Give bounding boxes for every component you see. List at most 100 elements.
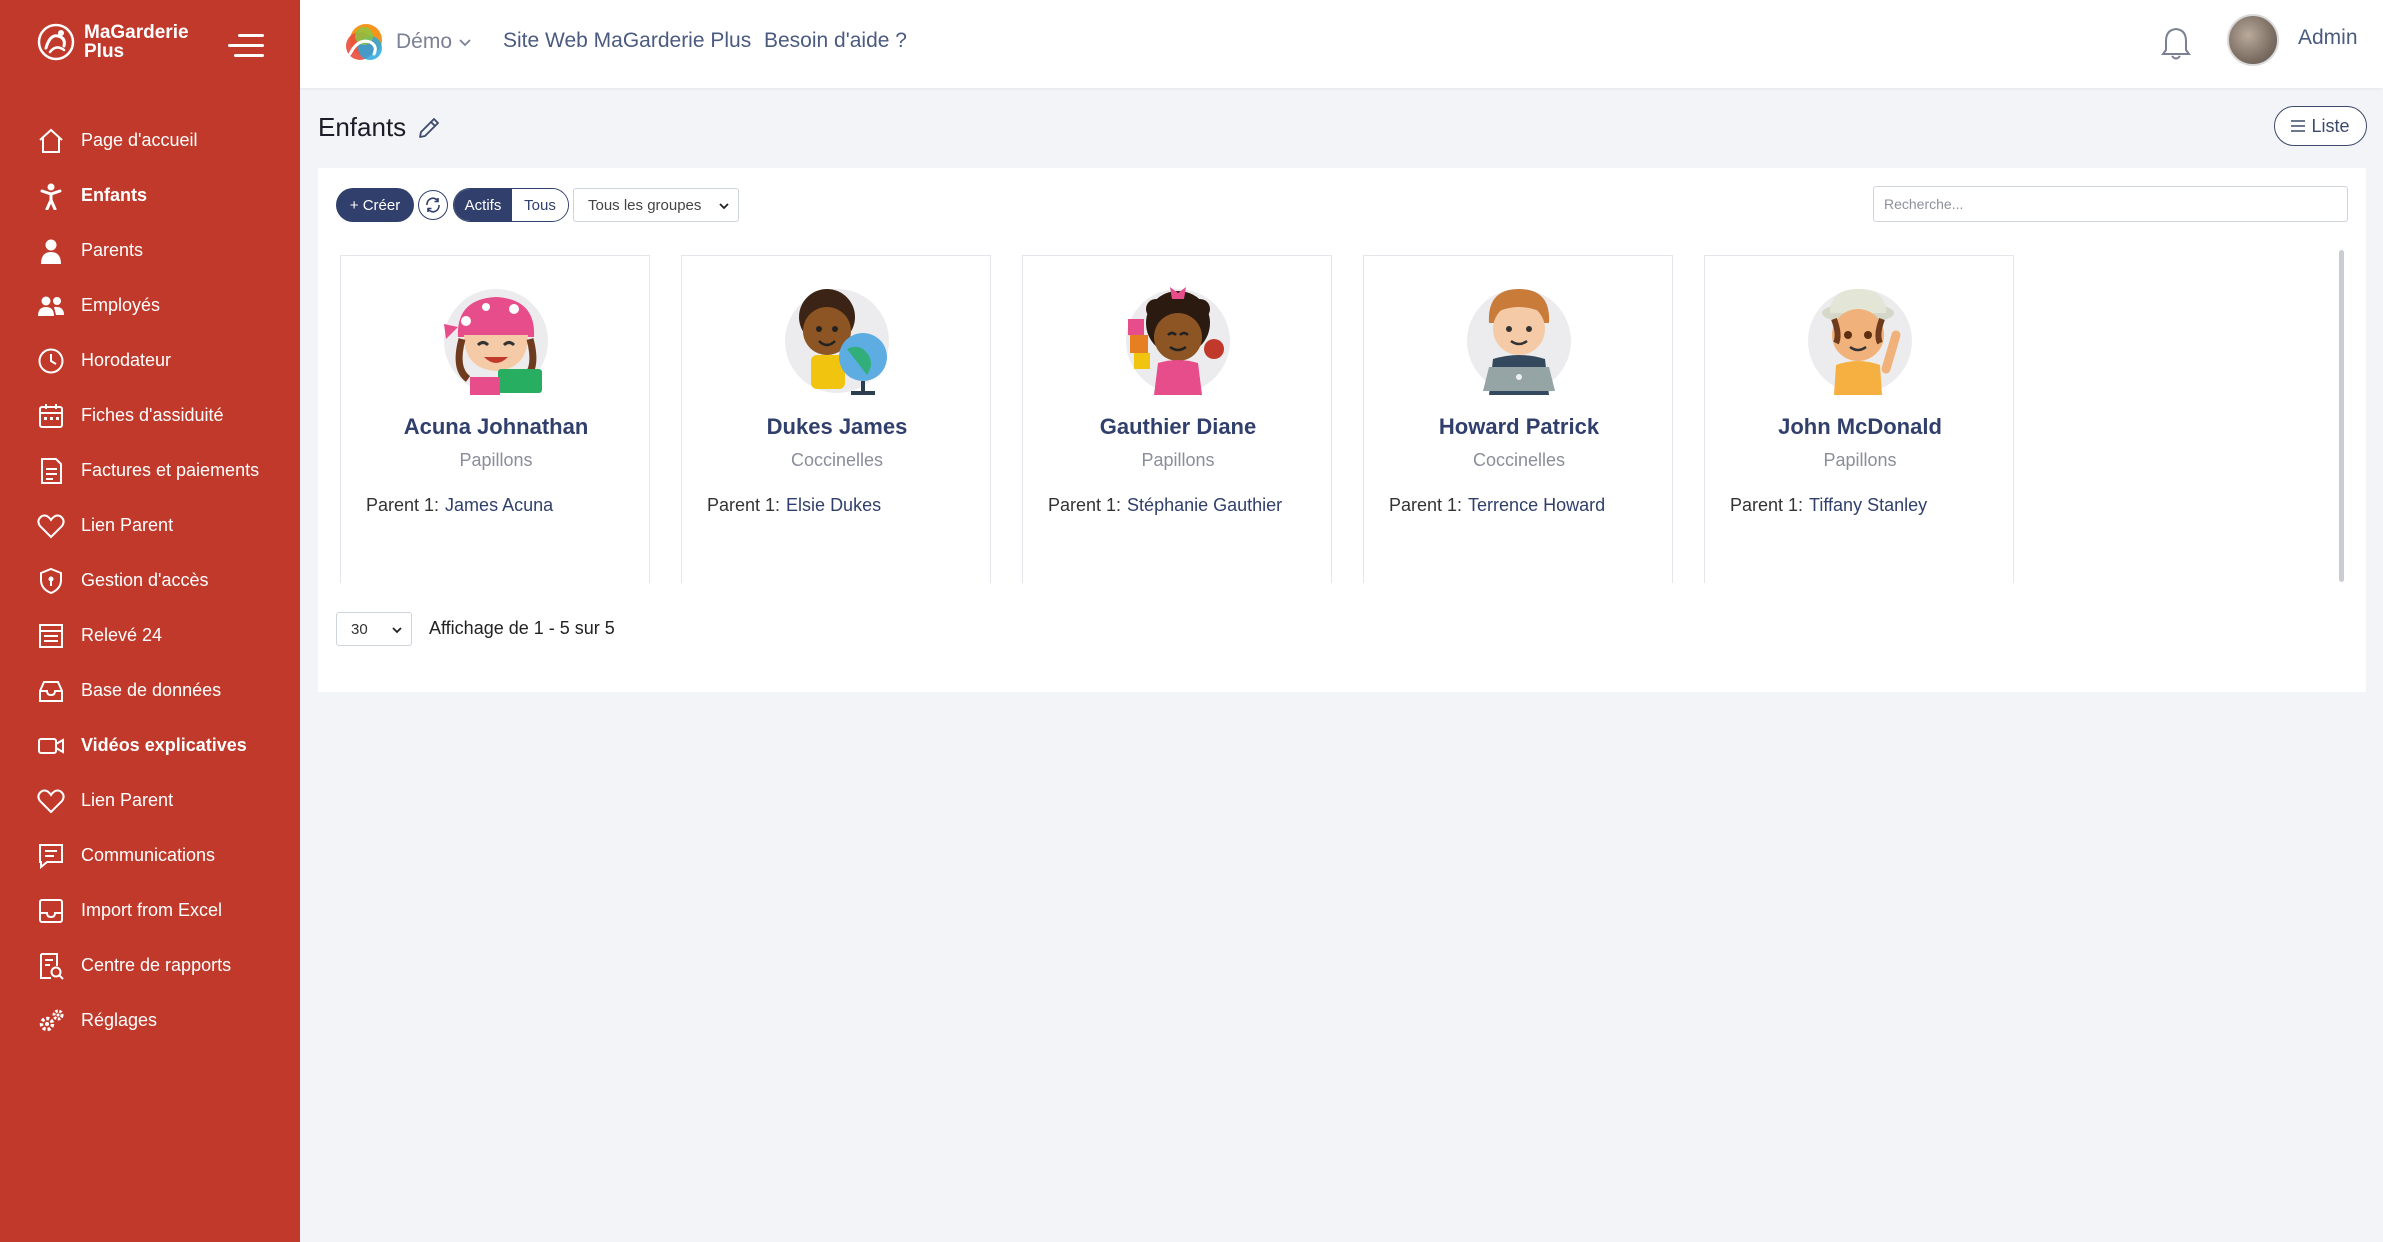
sidebar-item-label: Relevé 24 bbox=[81, 625, 163, 645]
sidebar-item-label: Communications bbox=[81, 845, 216, 865]
sidebar-item-label: Réglages bbox=[81, 1010, 158, 1030]
brand[interactable]: MaGarderie Plus bbox=[36, 22, 204, 62]
sidebar-item-label: Lien Parent bbox=[81, 790, 174, 810]
website-link[interactable]: Site Web MaGarderie Plus bbox=[503, 29, 751, 53]
child-name[interactable]: Acuna Johnathan bbox=[341, 414, 651, 440]
child-avatar-icon bbox=[444, 289, 548, 395]
sidebar-item-label: Factures et paiements bbox=[81, 460, 260, 480]
parent-label: Parent 1: bbox=[1048, 495, 1122, 515]
filter-all-button[interactable]: Tous bbox=[512, 189, 568, 221]
sidebar-item-access[interactable]: Gestion d'accès bbox=[0, 553, 300, 608]
center-selector[interactable]: Démo bbox=[396, 30, 472, 54]
parent-label: Parent 1: bbox=[366, 495, 440, 515]
message-icon bbox=[36, 841, 66, 871]
invoice-icon bbox=[36, 456, 66, 486]
child-card[interactable]: Acuna Johnathan Papillons Parent 1: James… bbox=[340, 255, 650, 583]
sidebar-item-settings[interactable]: Réglages bbox=[0, 993, 300, 1048]
sidebar-item-label: Horodateur bbox=[81, 350, 172, 370]
notifications-bell-icon[interactable] bbox=[2160, 26, 2192, 62]
brand-name: MaGarderie Plus bbox=[84, 22, 189, 62]
list-view-button[interactable]: Liste bbox=[2274, 106, 2367, 146]
center-selector-label: Démo bbox=[396, 30, 453, 53]
filter-active-button[interactable]: Actifs bbox=[454, 189, 512, 221]
sidebar-item-parent-link-2[interactable]: Lien Parent bbox=[0, 773, 300, 828]
sidebar-item-import-excel[interactable]: Import from Excel bbox=[0, 883, 300, 938]
home-icon bbox=[36, 126, 66, 156]
parent-name-link[interactable]: Stéphanie Gauthier bbox=[1127, 495, 1282, 515]
child-group: Papillons bbox=[1141, 450, 1215, 470]
sidebar-item-parent-link[interactable]: Lien Parent bbox=[0, 498, 300, 553]
child-card[interactable]: Dukes James Coccinelles Parent 1: Elsie D… bbox=[681, 255, 991, 583]
child-avatar-icon bbox=[785, 289, 889, 395]
child-group: Coccinelles bbox=[1472, 450, 1566, 470]
child-card[interactable]: Howard Patrick Coccinelles Parent 1: Terr… bbox=[1363, 255, 1673, 583]
video-icon bbox=[36, 731, 66, 761]
child-group: Papillons bbox=[459, 450, 533, 470]
children-cards: Acuna Johnathan Papillons Parent 1: James… bbox=[340, 255, 2320, 583]
child-avatar-icon bbox=[1467, 289, 1571, 395]
children-panel: + Créer Actifs Tous Tous les groupes Rec… bbox=[318, 168, 2366, 692]
sidebar-item-invoices[interactable]: Factures et paiements bbox=[0, 443, 300, 498]
refresh-button[interactable] bbox=[418, 190, 448, 220]
menu-toggle-icon[interactable] bbox=[228, 32, 264, 60]
sidebar-item-label: Centre de rapports bbox=[81, 955, 232, 975]
page-title-text: Enfants bbox=[318, 112, 407, 142]
brand-logo-icon bbox=[37, 23, 75, 61]
shield-icon bbox=[36, 566, 66, 596]
chevron-down-icon bbox=[719, 203, 729, 210]
create-button[interactable]: + Créer bbox=[336, 188, 414, 222]
app-logo-icon[interactable] bbox=[338, 18, 390, 70]
group-select[interactable]: Tous les groupes bbox=[573, 188, 739, 222]
clock-icon bbox=[36, 346, 66, 376]
pencil-edit-icon[interactable] bbox=[416, 115, 442, 141]
status-filter: Actifs Tous bbox=[453, 188, 569, 222]
user-avatar[interactable] bbox=[2227, 14, 2279, 66]
sidebar-nav: Page d'accueil Enfants Parents Employés … bbox=[0, 113, 300, 1048]
sidebar-item-parents[interactable]: Parents bbox=[0, 223, 300, 278]
gears-icon bbox=[36, 1006, 66, 1036]
parent-name-link[interactable]: Terrence Howard bbox=[1468, 495, 1605, 515]
child-name[interactable]: Howard Patrick bbox=[1364, 414, 1674, 440]
parent-name-link[interactable]: Elsie Dukes bbox=[786, 495, 881, 515]
sidebar-item-communications[interactable]: Communications bbox=[0, 828, 300, 883]
parent-name-link[interactable]: Tiffany Stanley bbox=[1809, 495, 1927, 515]
user-name[interactable]: Admin bbox=[2298, 26, 2358, 50]
sidebar-item-children[interactable]: Enfants bbox=[0, 168, 300, 223]
sidebar-item-home[interactable]: Page d'accueil bbox=[0, 113, 300, 168]
search-input[interactable] bbox=[1873, 186, 2348, 222]
child-name[interactable]: John McDonald bbox=[1705, 414, 2015, 440]
child-group: Papillons bbox=[1823, 450, 1897, 470]
sidebar-item-videos[interactable]: Vidéos explicatives bbox=[0, 718, 300, 773]
child-card[interactable]: John McDonald Papillons Parent 1: Tiffany… bbox=[1704, 255, 2014, 583]
parent-label: Parent 1: bbox=[1389, 495, 1463, 515]
child-parent: Parent 1: Tiffany Stanley bbox=[1730, 495, 1927, 516]
sidebar-item-label: Import from Excel bbox=[81, 900, 223, 920]
page-title: Enfants bbox=[318, 112, 442, 143]
sidebar-item-attendance[interactable]: Fiches d'assiduité bbox=[0, 388, 300, 443]
sidebar-item-label: Enfants bbox=[81, 185, 148, 205]
sidebar-item-label: Base de données bbox=[81, 680, 222, 700]
group-select-value: Tous les groupes bbox=[588, 196, 702, 214]
child-name[interactable]: Dukes James bbox=[682, 414, 992, 440]
sidebar-item-label: Gestion d'accès bbox=[81, 570, 209, 590]
sidebar-item-database[interactable]: Base de données bbox=[0, 663, 300, 718]
parent-label: Parent 1: bbox=[1730, 495, 1804, 515]
list-icon bbox=[2291, 120, 2306, 132]
sidebar-item-statement[interactable]: Relevé 24 bbox=[0, 608, 300, 663]
parent-name-link[interactable]: James Acuna bbox=[445, 495, 553, 515]
employees-icon bbox=[36, 291, 66, 321]
sidebar-item-employees[interactable]: Employés bbox=[0, 278, 300, 333]
parent-icon bbox=[36, 236, 66, 266]
cards-scrollbar[interactable] bbox=[2339, 250, 2344, 582]
help-link[interactable]: Besoin d'aide ? bbox=[764, 29, 907, 53]
sidebar-item-label: Parents bbox=[81, 240, 144, 260]
chevron-down-icon bbox=[392, 627, 402, 634]
sidebar-item-reports[interactable]: Centre de rapports bbox=[0, 938, 300, 993]
child-icon bbox=[36, 181, 66, 211]
per-page-select[interactable]: 30 bbox=[336, 612, 412, 646]
sidebar-item-timeclock[interactable]: Horodateur bbox=[0, 333, 300, 388]
child-card[interactable]: Gauthier Diane Papillons Parent 1: Stépha… bbox=[1022, 255, 1332, 583]
child-parent: Parent 1: James Acuna bbox=[366, 495, 553, 516]
refresh-icon bbox=[426, 197, 440, 213]
child-name[interactable]: Gauthier Diane bbox=[1023, 414, 1333, 440]
